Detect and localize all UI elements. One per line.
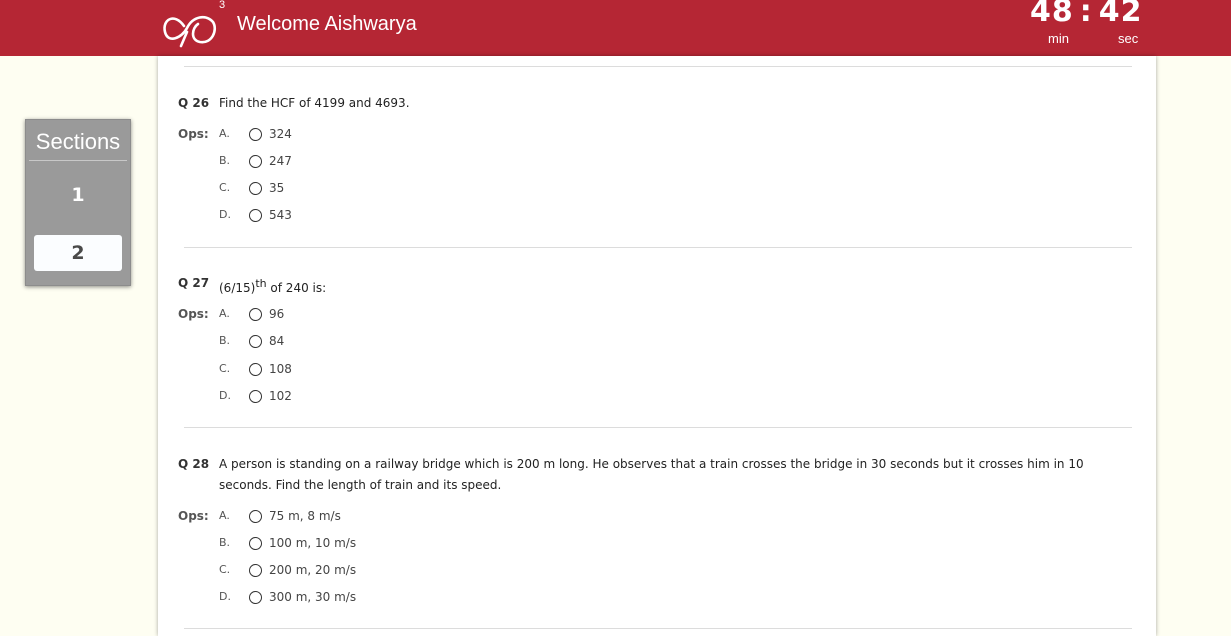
question-text: A person is standing on a railway bridge… <box>219 457 1084 492</box>
option-text: 108 <box>269 362 292 376</box>
radio-button[interactable] <box>249 209 262 222</box>
option-text: 100 m, 10 m/s <box>269 536 357 550</box>
option-letter: A. <box>219 307 230 320</box>
option-letter: C. <box>219 181 231 194</box>
option-letter: A. <box>219 509 230 522</box>
timer-separator: : <box>1079 0 1093 29</box>
radio-button[interactable] <box>249 363 262 376</box>
welcome-text: Welcome Aishwarya <box>237 13 417 35</box>
sections-divider <box>29 160 127 161</box>
radio-button[interactable] <box>249 308 262 321</box>
radio-button[interactable] <box>249 128 262 141</box>
option-text: 75 m, 8 m/s <box>269 509 341 523</box>
question-text: (6/15)th of 240 is: <box>219 273 1131 299</box>
option-letter: B. <box>219 154 231 167</box>
option-letter: B. <box>219 334 231 347</box>
option-text: 84 <box>269 334 285 348</box>
section-2-button[interactable]: 2 <box>34 235 122 271</box>
question-number: Q 28 <box>178 457 210 471</box>
divider <box>184 427 1132 428</box>
timer-min-label: min <box>1048 31 1069 46</box>
option-text: 300 m, 30 m/s <box>269 590 357 604</box>
radio-button[interactable] <box>249 155 262 168</box>
divider <box>184 247 1132 248</box>
option-letter: C. <box>219 362 231 375</box>
option-text: 200 m, 20 m/s <box>269 563 357 577</box>
logo-superscript: 3 <box>219 0 226 11</box>
ops-label: Ops: <box>178 509 209 523</box>
question-panel[interactable]: Q 26 Find the HCF of 4199 and 4693. Ops:… <box>158 56 1156 636</box>
divider <box>184 628 1132 629</box>
option-text: 102 <box>269 389 292 403</box>
option-letter: B. <box>219 536 231 549</box>
option-letter: A. <box>219 127 230 140</box>
radio-button[interactable] <box>249 510 262 523</box>
sections-title: Sections <box>35 129 121 154</box>
option-text: 35 <box>269 181 285 195</box>
radio-button[interactable] <box>249 537 262 550</box>
ops-label: Ops: <box>178 127 209 141</box>
question-text-fraction: (6/15) <box>219 281 256 295</box>
divider <box>184 66 1132 67</box>
question-number: Q 27 <box>178 276 210 290</box>
question-text-superscript: th <box>255 277 267 290</box>
header-bar: 3 Welcome Aishwarya 48:42 min sec <box>0 0 1231 56</box>
option-letter: D. <box>219 590 231 603</box>
radio-button[interactable] <box>249 335 262 348</box>
sections-panel: Sections 1 2 <box>25 119 131 286</box>
countdown-timer: 48:42 <box>1030 0 1160 29</box>
radio-button[interactable] <box>249 591 262 604</box>
option-text: 247 <box>269 154 292 168</box>
option-text: 96 <box>269 307 285 321</box>
option-letter: C. <box>219 563 231 576</box>
radio-button[interactable] <box>249 182 262 195</box>
timer-minutes: 48 <box>1030 0 1074 29</box>
option-letter: D. <box>219 389 231 402</box>
timer-sec-label: sec <box>1118 31 1139 46</box>
option-text: 543 <box>269 208 292 222</box>
radio-button[interactable] <box>249 390 262 403</box>
question-text-rest: of 240 is: <box>266 281 327 295</box>
question-text: Find the HCF of 4199 and 4693. <box>219 96 410 110</box>
timer-seconds: 42 <box>1098 0 1143 29</box>
option-letter: D. <box>219 208 231 221</box>
question-number: Q 26 <box>178 96 210 110</box>
ops-label: Ops: <box>178 307 209 321</box>
option-text: 324 <box>269 127 292 141</box>
section-1-button[interactable]: 1 <box>34 177 122 213</box>
radio-button[interactable] <box>249 564 262 577</box>
